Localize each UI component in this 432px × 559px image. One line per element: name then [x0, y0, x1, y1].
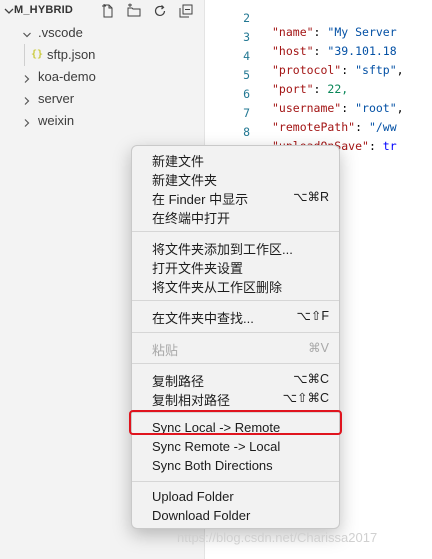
code-line: 5 "port": 22, — [206, 54, 432, 96]
menu-item-open-in-terminal[interactable]: 在终端中打开 — [132, 207, 339, 226]
menu-item-label: 打开文件夹设置 — [152, 261, 244, 276]
code-line: 6 "username": "root", — [206, 73, 432, 115]
menu-item-label: Download Folder — [152, 508, 251, 523]
menu-item-sync-both-directions[interactable]: Sync Both Directions — [132, 457, 339, 476]
menu-item-label: 新建文件 — [152, 154, 205, 169]
menu-item-label: 将文件夹添加到工作区... — [152, 242, 293, 257]
menu-item-label: 粘贴 — [152, 343, 179, 358]
menu-item-shortcut: ⌥⌘R — [293, 190, 329, 204]
menu-item-reveal-in-finder[interactable]: 在 Finder 中显示 ⌥⌘R — [132, 188, 339, 207]
menu-item-shortcut: ⌥⇧F — [296, 309, 329, 323]
tree-item-koa-demo[interactable]: koa-demo — [0, 66, 205, 88]
menu-item-sync-remote-to-local[interactable]: Sync Remote -> Local — [132, 438, 339, 457]
explorer-header[interactable]: M_HYBRID — [0, 0, 205, 22]
tree-item-sftp-json[interactable]: {} sftp.json — [0, 44, 205, 66]
menu-item-label: Sync Both Directions — [152, 458, 273, 473]
menu-separator — [132, 332, 339, 333]
menu-item-open-folder-settings[interactable]: 打开文件夹设置 — [132, 257, 339, 276]
menu-item-paste: 粘贴 ⌘V — [132, 339, 339, 358]
refresh-icon[interactable] — [152, 3, 168, 19]
menu-item-new-file[interactable]: 新建文件 — [132, 150, 339, 169]
menu-item-shortcut: ⌥⇧⌘C — [282, 391, 329, 405]
menu-item-remove-folder-from-workspace[interactable]: 将文件夹从工作区删除 — [132, 276, 339, 295]
menu-item-copy-relative-path[interactable]: 复制相对路径 ⌥⇧⌘C — [132, 389, 339, 408]
menu-item-label: 在终端中打开 — [152, 211, 231, 226]
json-file-icon: {} — [31, 49, 44, 60]
menu-item-shortcut: ⌘V — [308, 341, 329, 355]
menu-separator — [132, 300, 339, 301]
file-tree: .vscode {} sftp.json koa-demo server wei… — [0, 22, 205, 132]
workspace-title: M_HYBRID — [14, 4, 74, 16]
context-menu: 新建文件 新建文件夹 在 Finder 中显示 ⌥⌘R 在终端中打开 将文件夹添加… — [131, 145, 340, 529]
indent-guide — [24, 44, 25, 66]
menu-item-new-folder[interactable]: 新建文件夹 — [132, 169, 339, 188]
menu-item-label: 将文件夹从工作区删除 — [152, 280, 283, 295]
menu-item-label: 在文件夹中查找... — [152, 311, 254, 326]
code-line: 4 "protocol": "sftp", — [206, 35, 432, 77]
explorer-actions — [100, 3, 194, 19]
menu-item-label: Sync Remote -> Local — [152, 439, 281, 454]
menu-item-label: 新建文件夹 — [152, 173, 218, 188]
chevron-right-icon[interactable] — [22, 94, 32, 105]
menu-separator — [132, 481, 339, 482]
menu-item-download-folder[interactable]: Download Folder — [132, 507, 339, 526]
menu-item-label: 在 Finder 中显示 — [152, 192, 249, 207]
menu-item-label: 复制相对路径 — [152, 393, 231, 408]
menu-item-shortcut: ⌥⌘C — [293, 372, 329, 386]
tree-item-weixin[interactable]: weixin — [0, 110, 205, 132]
menu-item-copy-path[interactable]: 复制路径 ⌥⌘C — [132, 370, 339, 389]
menu-separator — [132, 231, 339, 232]
new-folder-icon[interactable] — [126, 3, 142, 19]
tree-item-label: koa-demo — [38, 69, 96, 84]
chevron-down-icon[interactable] — [22, 28, 32, 38]
new-file-icon[interactable] — [100, 3, 116, 19]
code-line: 7 "remotePath": "/ww — [206, 92, 432, 134]
code-line: 2 "name": "My Server — [206, 0, 432, 39]
tree-item-label: weixin — [38, 113, 75, 128]
code-line: 3 "host": "39.101.18 — [206, 16, 432, 58]
tree-item-vscode[interactable]: .vscode — [0, 22, 205, 44]
chevron-right-icon[interactable] — [22, 116, 32, 127]
collapse-all-icon[interactable] — [178, 3, 194, 19]
chevron-right-icon[interactable] — [22, 72, 32, 83]
watermark: https://blog.csdn.net/Charissa2017 — [177, 530, 378, 545]
tree-item-label: .vscode — [38, 25, 83, 40]
code-line: 8 "uploadOnSave": tr — [206, 111, 432, 153]
highlight-annotation — [129, 410, 342, 435]
menu-item-label: Upload Folder — [152, 489, 234, 504]
menu-item-upload-folder[interactable]: Upload Folder — [132, 488, 339, 507]
tree-item-label: server — [38, 91, 75, 106]
menu-item-find-in-folder[interactable]: 在文件夹中查找... ⌥⇧F — [132, 307, 339, 326]
tree-item-server[interactable]: server — [0, 88, 205, 110]
menu-separator — [132, 363, 339, 364]
menu-item-add-folder-to-workspace[interactable]: 将文件夹添加到工作区... — [132, 238, 339, 257]
menu-item-label: 复制路径 — [152, 374, 205, 389]
tree-item-label: sftp.json — [47, 47, 96, 62]
